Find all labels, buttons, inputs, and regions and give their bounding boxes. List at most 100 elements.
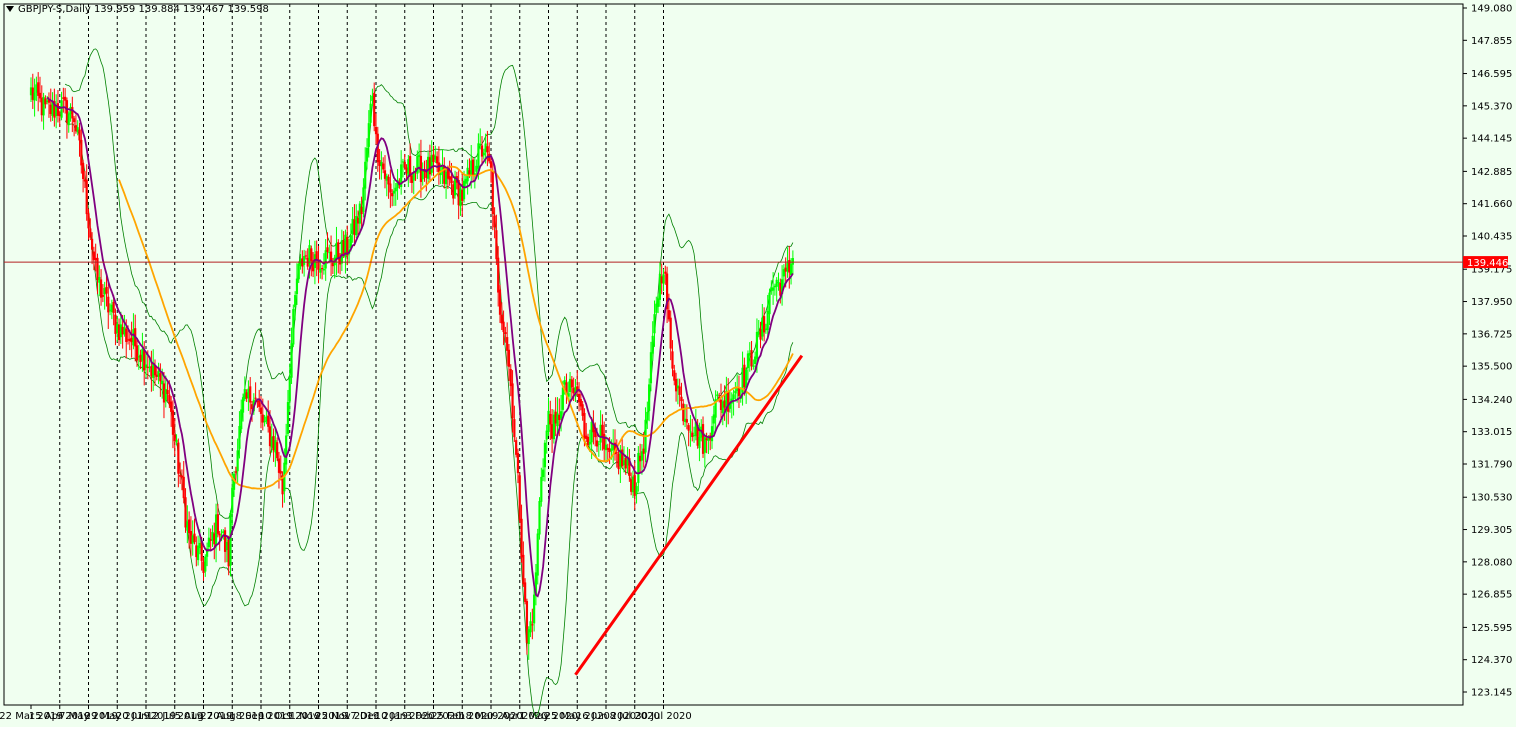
candle-body xyxy=(175,439,178,443)
candle-body xyxy=(182,476,185,499)
candle-body xyxy=(362,187,365,212)
candle-body xyxy=(678,386,681,395)
candle-body xyxy=(649,352,653,384)
candle-body xyxy=(682,403,685,422)
candle-body xyxy=(421,170,424,180)
candle xyxy=(292,304,295,348)
candle-body xyxy=(516,452,520,474)
candle-body xyxy=(394,187,397,192)
candle-body xyxy=(450,176,453,184)
y-tick-label: 133.015 xyxy=(1471,427,1512,438)
candle-body xyxy=(710,426,714,442)
y-tick-label: 128.080 xyxy=(1471,557,1512,568)
chart-window[interactable]: GBPJPY-S,Daily 139.959 139.884 139.467 1… xyxy=(0,0,1516,727)
candle-body xyxy=(671,351,674,369)
candle-body xyxy=(502,321,505,333)
candle-body xyxy=(653,314,656,334)
candle-body xyxy=(364,161,367,189)
candle-body xyxy=(279,470,282,474)
candle-body xyxy=(531,624,534,626)
candle-body xyxy=(435,156,439,164)
candle-body xyxy=(286,402,290,434)
candle-body xyxy=(750,350,753,367)
candle-body xyxy=(295,278,299,294)
candle-body xyxy=(583,412,586,439)
candle-body xyxy=(322,268,325,271)
candle-body xyxy=(369,103,372,123)
candle-body xyxy=(367,123,370,147)
candle-body xyxy=(674,378,678,392)
candle-body xyxy=(177,442,180,474)
candle-body xyxy=(60,100,63,118)
y-tick-label: 140.435 xyxy=(1471,232,1512,243)
y-tick-label: 124.370 xyxy=(1471,655,1512,666)
candle-body xyxy=(504,332,507,334)
candle-body xyxy=(597,443,600,445)
candle-body xyxy=(486,146,489,153)
candle-body xyxy=(207,537,210,548)
candle-body xyxy=(515,440,518,455)
candle-body xyxy=(522,554,525,585)
y-tick-label: 135.500 xyxy=(1471,362,1512,373)
candle-body xyxy=(324,250,327,269)
candle-body xyxy=(112,302,115,313)
candle-body xyxy=(216,514,219,534)
candle-body xyxy=(403,161,406,168)
candle-body xyxy=(507,349,511,367)
candle-body xyxy=(365,147,369,162)
y-tick-label: 136.725 xyxy=(1471,329,1512,340)
candle-body xyxy=(493,215,496,228)
candle-body xyxy=(662,274,665,284)
candle-body xyxy=(513,419,516,438)
candle-body xyxy=(545,430,548,440)
candle-body xyxy=(319,268,322,273)
candle-body xyxy=(529,621,532,633)
candle-body xyxy=(373,92,376,127)
candle-body xyxy=(159,373,162,382)
candle-body xyxy=(791,258,794,265)
candle-body xyxy=(511,383,514,419)
candle-body xyxy=(259,407,263,414)
candle-body xyxy=(135,345,139,361)
candle-body xyxy=(171,410,175,435)
candle-body xyxy=(326,247,329,252)
candle-body xyxy=(80,139,83,166)
candle-body xyxy=(33,92,36,101)
y-tick-label: 146.595 xyxy=(1471,69,1512,80)
chart-svg[interactable]: 22 Mar 201915 Apr 20197 May 201929 May 2… xyxy=(0,0,1516,727)
y-tick-label: 142.885 xyxy=(1471,167,1512,178)
candle-body xyxy=(218,533,221,536)
candle-body xyxy=(320,268,324,270)
candle-body xyxy=(755,331,759,359)
candle-body xyxy=(99,279,103,298)
candle-body xyxy=(389,183,392,193)
candle-body xyxy=(96,257,99,281)
candle-body xyxy=(685,419,688,423)
candle-body xyxy=(294,295,297,308)
candle-body xyxy=(734,390,737,394)
candle xyxy=(518,472,521,523)
candle-body xyxy=(193,533,196,543)
candle-body xyxy=(71,107,74,119)
candle-body xyxy=(752,365,755,367)
candle-body xyxy=(231,487,234,513)
candle-body xyxy=(518,475,521,521)
candle-body xyxy=(497,257,500,293)
candle-body xyxy=(542,469,545,477)
candle-body xyxy=(56,103,60,116)
candle-body xyxy=(288,377,291,402)
y-tick-label: 126.855 xyxy=(1471,590,1512,601)
candle-body xyxy=(277,458,281,473)
candle-body xyxy=(746,353,750,369)
candle-body xyxy=(772,287,775,291)
candle-body xyxy=(82,162,85,179)
candle-body xyxy=(73,118,76,123)
candle-body xyxy=(236,450,239,472)
plot-area xyxy=(3,3,1464,706)
candle-body xyxy=(387,176,390,185)
candle-body xyxy=(775,279,778,287)
candle-body xyxy=(615,452,618,454)
candle-body xyxy=(646,411,649,421)
candle-body xyxy=(651,335,654,354)
candle-body xyxy=(777,282,780,284)
